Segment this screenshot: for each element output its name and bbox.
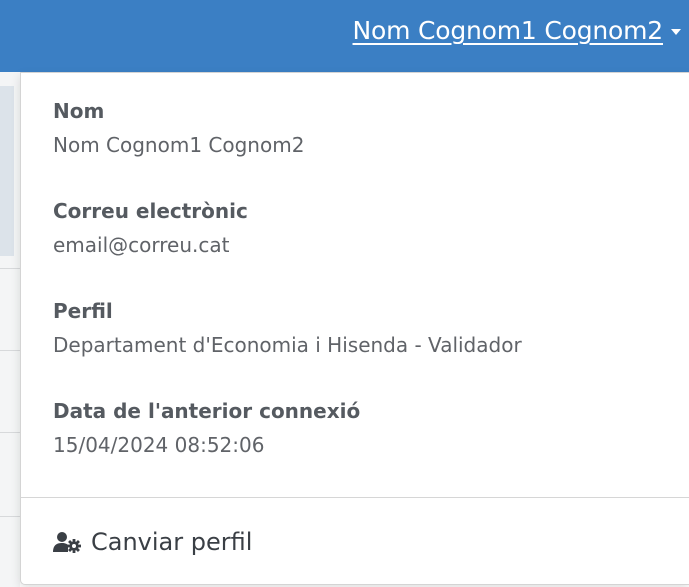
user-name-link[interactable]: Nom Cognom1 Cognom2 [353,16,664,45]
background-rule [0,268,20,269]
field-label: Perfil [53,299,113,323]
top-navbar: Nom Cognom1 Cognom2 [0,0,689,72]
field-value: email@correu.cat [53,233,230,257]
field-value: Departament d'Economia i Hisenda - Valid… [53,333,522,357]
background-content [0,72,20,587]
background-accent [0,86,14,256]
background-rule [0,350,20,351]
user-info-profile: Perfil Departament d'Economia i Hisenda … [53,299,522,357]
background-rule [0,516,20,517]
caret-down-icon[interactable] [671,28,681,35]
user-dropdown-menu: Nom Nom Cognom1 Cognom2 Correu electròni… [20,72,689,585]
background-rule [0,432,20,433]
change-profile-button[interactable]: Canviar perfil [53,528,252,556]
dropdown-divider [21,497,689,498]
page: Nom Cognom1 Cognom2 Nom Nom Cognom1 Cogn… [0,0,689,587]
field-label: Data de l'anterior connexió [53,399,361,423]
field-value: Nom Cognom1 Cognom2 [53,133,305,157]
field-label: Correu electrònic [53,199,248,223]
user-info-email: Correu electrònic email@correu.cat [53,199,248,257]
change-profile-label: Canviar perfil [91,528,253,556]
user-info-last-connection: Data de l'anterior connexió 15/04/2024 0… [53,399,360,457]
user-info-name: Nom Nom Cognom1 Cognom2 [53,99,304,157]
user-cog-icon [53,531,81,553]
field-label: Nom [53,99,105,123]
field-value: 15/04/2024 08:52:06 [53,433,265,457]
user-menu-toggle[interactable]: Nom Cognom1 Cognom2 [353,16,681,45]
